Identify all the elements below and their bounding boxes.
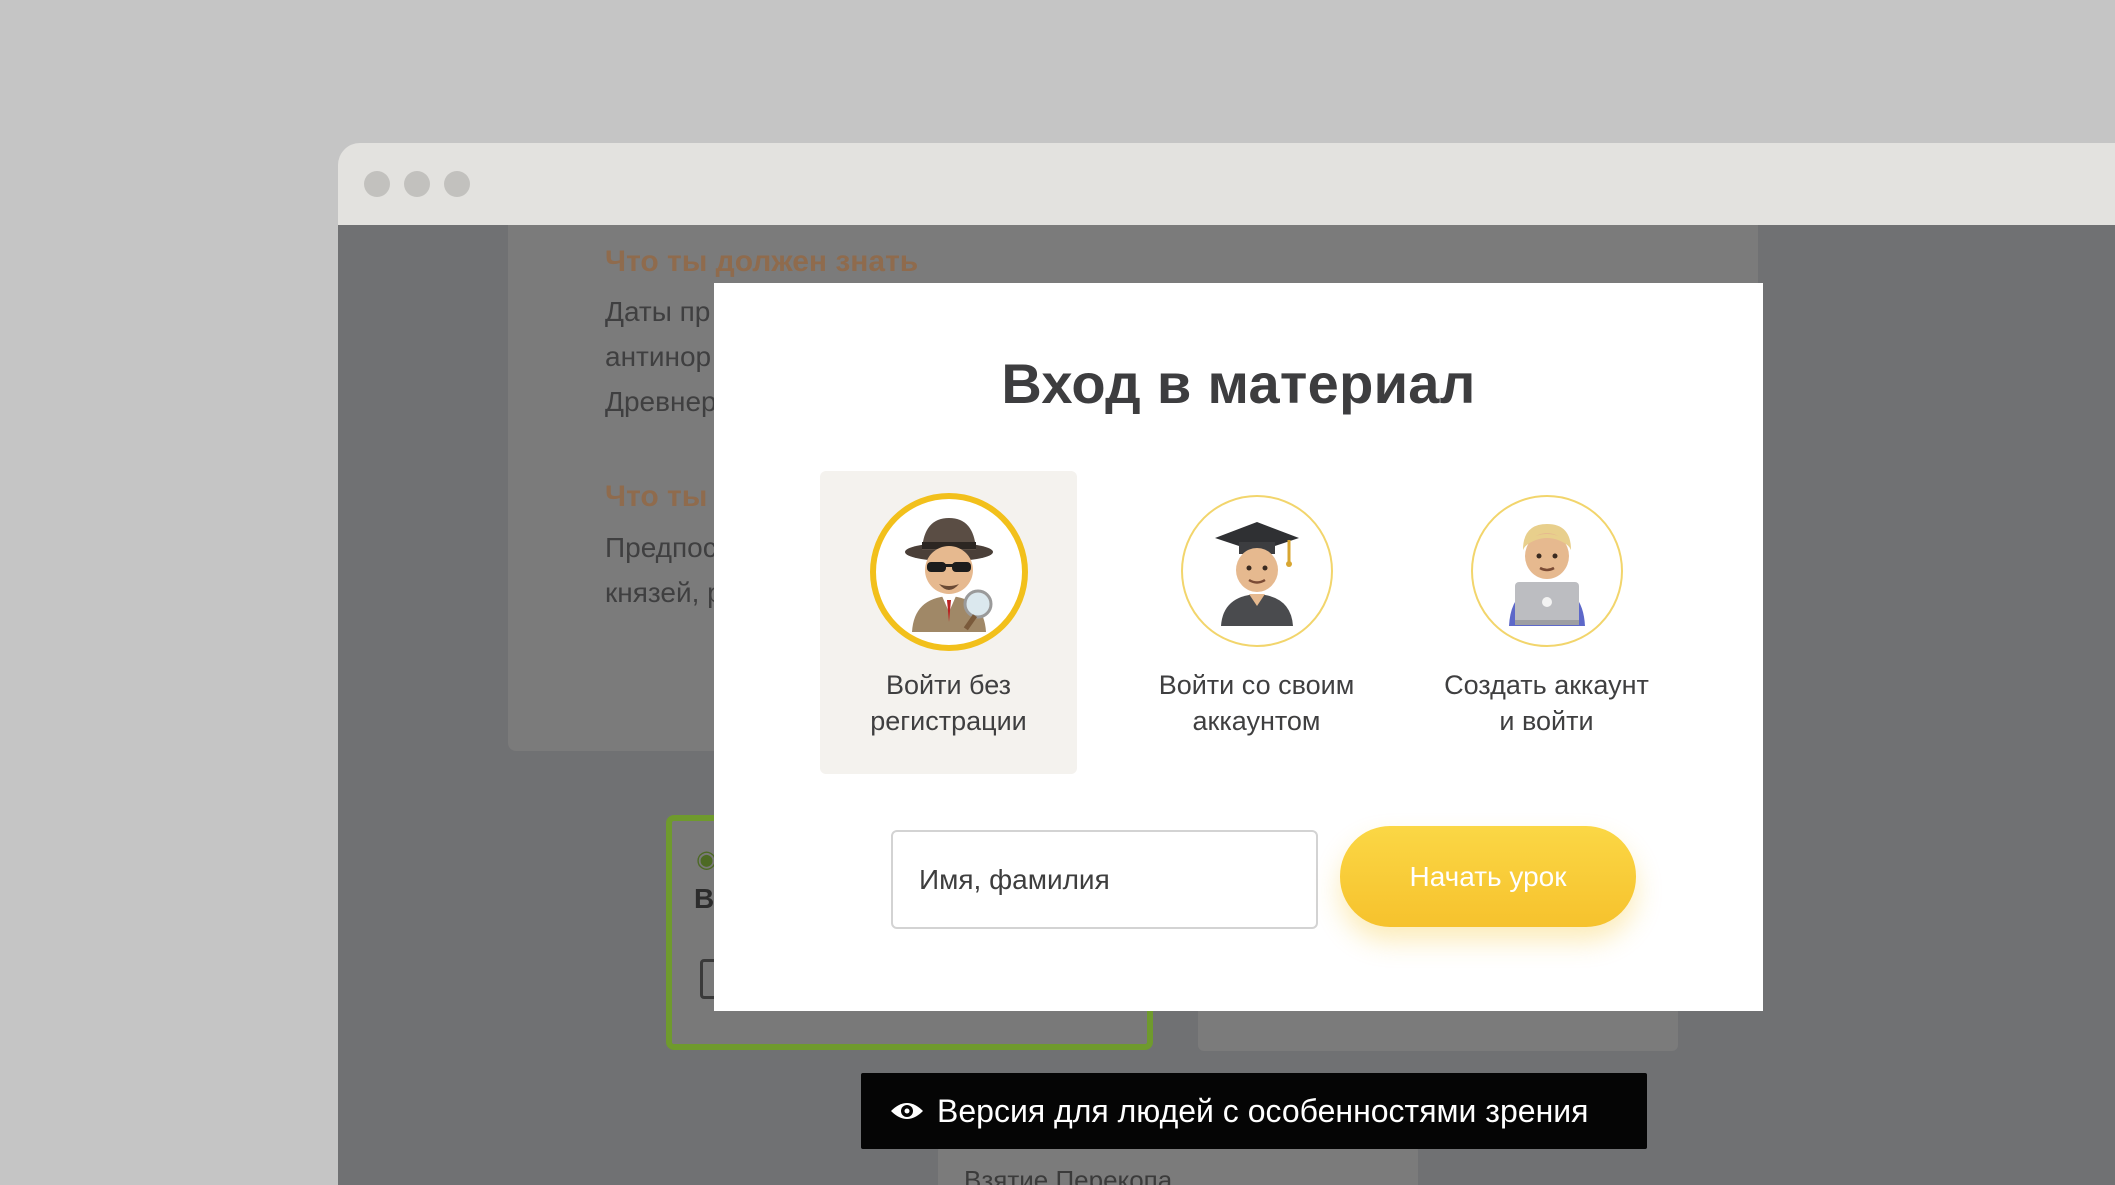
modal-title: Вход в материал — [1001, 352, 1476, 415]
option-label: Войти со своим аккаунтом — [1158, 670, 1355, 736]
background-text: Даты пр антинор Древнер — [605, 296, 717, 417]
detective-icon — [869, 493, 1028, 651]
graduate-icon — [1180, 495, 1333, 647]
option-login-without-registration[interactable]: Войти без регистрации — [820, 471, 1077, 774]
background-heading: Что ты — [605, 480, 708, 513]
browser-titlebar — [338, 143, 2115, 225]
option-create-account[interactable]: Создать аккаунт и войти — [1418, 471, 1675, 774]
window-maximize-dot[interactable] — [444, 171, 470, 197]
option-label: Войти без регистрации — [870, 670, 1027, 736]
accessibility-version-button[interactable]: Версия для людей с особенностями зрения — [861, 1073, 1647, 1149]
eye-icon — [891, 1103, 923, 1119]
background-list-item: Взятие Перекопа — [938, 1145, 1418, 1185]
start-lesson-button[interactable]: Начать урок — [1340, 826, 1636, 927]
window-close-dot[interactable] — [364, 171, 390, 197]
option-login-with-account[interactable]: Войти со своим аккаунтом — [1128, 471, 1385, 774]
accessibility-label: Версия для людей с особенностями зрения — [937, 1092, 1589, 1129]
option-label: Создать аккаунт и войти — [1444, 670, 1649, 736]
login-modal: Вход в материал Войти без регистрации Во… — [714, 283, 1763, 1011]
window-minimize-dot[interactable] — [404, 171, 430, 197]
name-input[interactable] — [891, 830, 1318, 929]
laptop-user-icon — [1470, 495, 1623, 647]
background-text: Предпос князей, р — [605, 532, 723, 608]
background-heading: Что ты должен знать — [605, 245, 919, 278]
background-quiz-letter: В — [694, 883, 715, 914]
